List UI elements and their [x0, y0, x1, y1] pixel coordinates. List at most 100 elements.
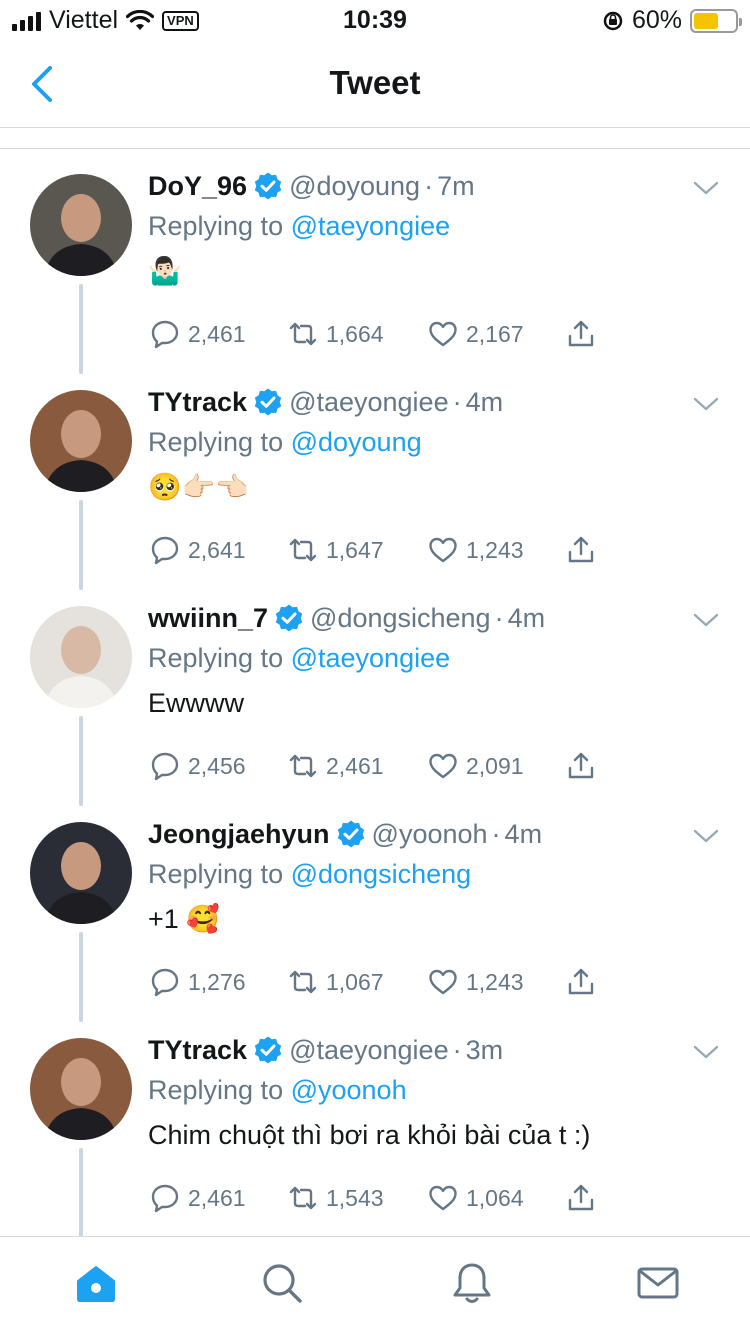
- replying-to: Replying to @yoonoh: [148, 1070, 730, 1110]
- separator-dot: ·: [452, 386, 462, 417]
- verified-badge-icon: [254, 388, 282, 416]
- author-handle[interactable]: @yoonoh: [372, 819, 488, 850]
- home-icon: [77, 1266, 115, 1302]
- tweet[interactable]: TYtrack @taeyongiee · 3m Replying to @yo…: [0, 1014, 750, 1238]
- tweet-thread: DoY_96 @doyoung · 7m Replying to @taeyon…: [0, 150, 750, 1238]
- heart-icon: [429, 1185, 457, 1211]
- tweet[interactable]: TYtrack @taeyongiee · 4m Replying to @do…: [0, 366, 750, 590]
- avatar[interactable]: [30, 1038, 132, 1140]
- share-icon: [568, 1184, 594, 1211]
- like-button[interactable]: 1,243: [428, 964, 524, 1000]
- chevron-down-icon[interactable]: [692, 1042, 720, 1062]
- tab-notifications[interactable]: [448, 1259, 496, 1307]
- like-count: 1,243: [466, 968, 524, 995]
- replying-to-mention[interactable]: @dongsicheng: [291, 859, 472, 889]
- reply-icon: [151, 968, 179, 997]
- chevron-down-icon[interactable]: [692, 610, 720, 630]
- replying-to: Replying to @dongsicheng: [148, 854, 730, 894]
- tweet-text: 🥺👉🏻👈🏻: [148, 472, 249, 502]
- retweet-button[interactable]: 2,461: [288, 748, 384, 784]
- separator-dot: ·: [424, 170, 434, 201]
- retweet-icon: [289, 754, 317, 778]
- share-button[interactable]: [566, 1180, 596, 1216]
- reply-button[interactable]: 1,276: [150, 964, 246, 1000]
- author-name[interactable]: wwiinn_7: [148, 603, 268, 634]
- retweet-icon: [289, 970, 317, 994]
- author-name[interactable]: Jeongjaehyun: [148, 819, 330, 850]
- like-button[interactable]: 2,167: [428, 316, 524, 352]
- chevron-down-icon[interactable]: [692, 826, 720, 846]
- share-button[interactable]: [566, 532, 596, 568]
- chevron-down-icon[interactable]: [692, 178, 720, 198]
- tweet-actions: 1,276 1,067 1,243: [148, 964, 628, 1000]
- replying-to-mention[interactable]: @taeyongiee: [291, 211, 451, 241]
- author-handle[interactable]: @taeyongiee: [289, 1035, 449, 1066]
- like-button[interactable]: 1,243: [428, 532, 524, 568]
- reply-button[interactable]: 2,461: [150, 1180, 246, 1216]
- replying-to-prefix: Replying to: [148, 427, 291, 457]
- search-icon: [263, 1264, 302, 1303]
- replying-to: Replying to @doyoung: [148, 422, 730, 462]
- retweet-count: 2,461: [326, 752, 384, 779]
- author-name[interactable]: TYtrack: [148, 387, 247, 418]
- verified-badge-icon: [337, 820, 364, 848]
- tweet[interactable]: Jeongjaehyun @yoonoh · 4m Replying to @d…: [0, 798, 750, 1022]
- avatar[interactable]: [30, 606, 132, 708]
- tweet-text: 🤷🏻‍♂️: [148, 256, 182, 286]
- retweet-button[interactable]: 1,067: [288, 964, 384, 1000]
- like-button[interactable]: 2,091: [428, 748, 524, 784]
- tweet[interactable]: wwiinn_7 @dongsicheng · 4m Replying to @…: [0, 582, 750, 806]
- reply-button[interactable]: 2,456: [150, 748, 246, 784]
- replying-to-prefix: Replying to: [148, 643, 291, 673]
- tweet[interactable]: DoY_96 @doyoung · 7m Replying to @taeyon…: [0, 150, 750, 374]
- thread-line: [79, 500, 83, 590]
- tweet-actions: 2,456 2,461 2,091: [148, 748, 628, 784]
- share-button[interactable]: [566, 748, 596, 784]
- bell-icon: [453, 1263, 491, 1303]
- share-button[interactable]: [566, 964, 596, 1000]
- mail-icon: [637, 1267, 679, 1299]
- retweet-button[interactable]: 1,647: [288, 532, 384, 568]
- tweet-text: +1 🥰: [148, 904, 220, 934]
- share-icon: [568, 536, 594, 563]
- share-button[interactable]: [566, 316, 596, 352]
- like-count: 1,064: [466, 1184, 524, 1211]
- reply-button[interactable]: 2,641: [150, 532, 246, 568]
- author-name[interactable]: TYtrack: [148, 1035, 247, 1066]
- retweet-count: 1,664: [326, 320, 384, 347]
- reply-icon: [151, 320, 179, 349]
- chevron-down-icon[interactable]: [692, 394, 720, 414]
- divider: [0, 148, 750, 149]
- reply-count: 2,461: [188, 320, 246, 347]
- author-name[interactable]: DoY_96: [148, 171, 247, 202]
- avatar[interactable]: [30, 390, 132, 492]
- tweet-text: Chim chuột thì bơi ra khỏi bài của t :): [148, 1120, 591, 1150]
- like-count: 1,243: [466, 536, 524, 563]
- avatar[interactable]: [30, 822, 132, 924]
- reply-icon: [151, 536, 179, 565]
- replying-to-mention[interactable]: @doyoung: [291, 427, 422, 457]
- retweet-button[interactable]: 1,543: [288, 1180, 384, 1216]
- retweet-button[interactable]: 1,664: [288, 316, 384, 352]
- author-handle[interactable]: @taeyongiee: [289, 387, 449, 418]
- separator-dot: ·: [452, 1034, 462, 1065]
- tab-home[interactable]: [72, 1259, 120, 1307]
- share-icon: [568, 752, 594, 779]
- share-icon: [568, 320, 594, 347]
- tab-search[interactable]: [258, 1259, 306, 1307]
- avatar[interactable]: [30, 174, 132, 276]
- tab-messages[interactable]: [634, 1259, 682, 1307]
- replying-to: Replying to @taeyongiee: [148, 206, 730, 246]
- author-handle[interactable]: @dongsicheng: [310, 603, 491, 634]
- orientation-lock-icon: [603, 11, 623, 30]
- like-button[interactable]: 1,064: [428, 1180, 524, 1216]
- retweet-icon: [289, 1186, 317, 1210]
- author-handle[interactable]: @doyoung: [289, 171, 420, 202]
- replying-to-mention[interactable]: @yoonoh: [291, 1075, 407, 1105]
- separator-dot: ·: [491, 818, 501, 849]
- verified-badge-icon: [254, 172, 282, 200]
- tweet-actions: 2,461 1,543 1,064: [148, 1180, 628, 1216]
- reply-count: 1,276: [188, 968, 246, 995]
- reply-button[interactable]: 2,461: [150, 316, 246, 352]
- replying-to-mention[interactable]: @taeyongiee: [291, 643, 451, 673]
